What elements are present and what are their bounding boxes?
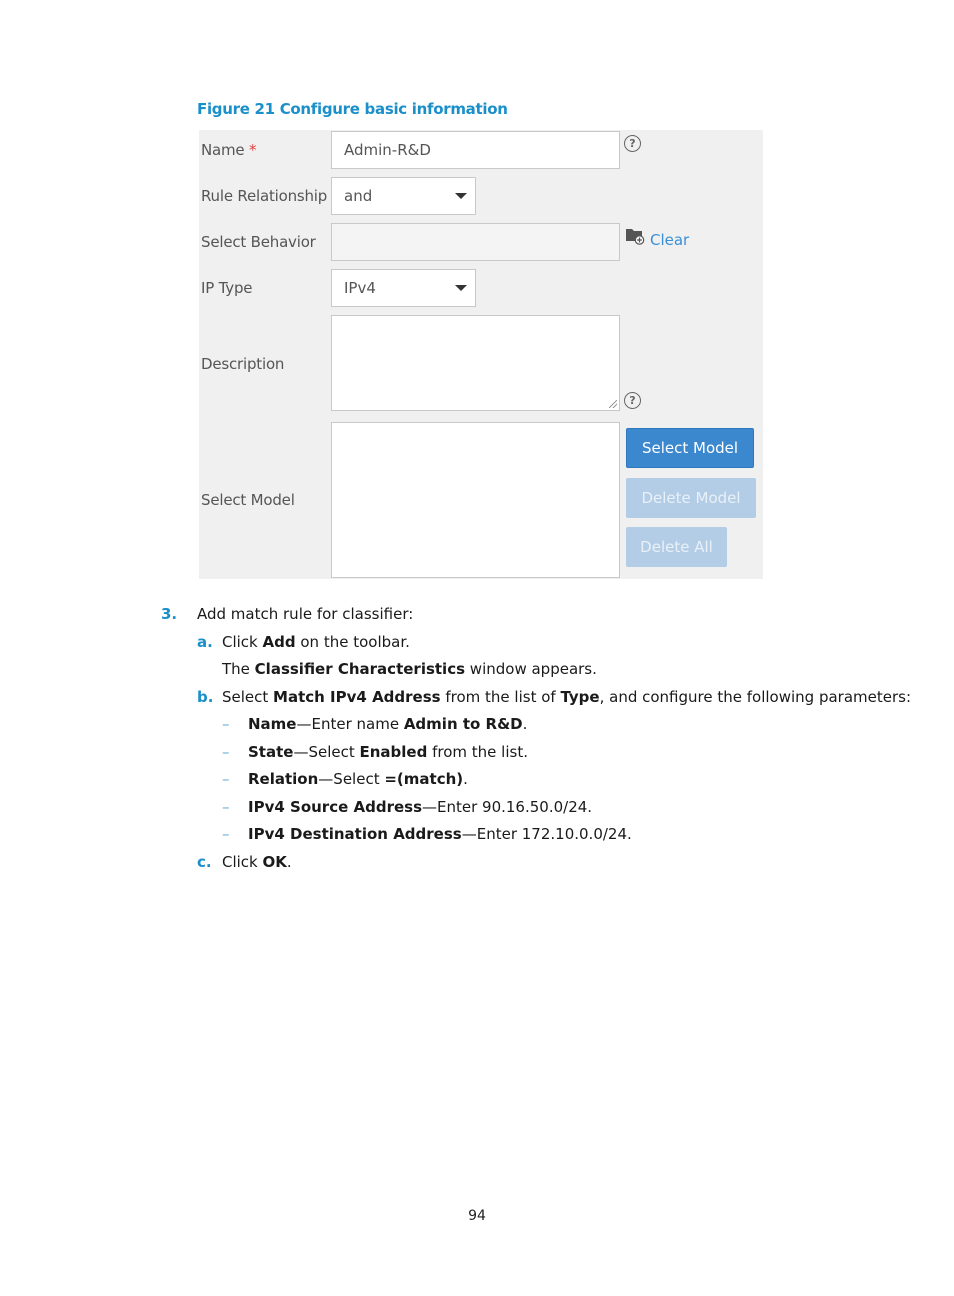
name-input[interactable]: Admin-R&D (331, 131, 620, 169)
ui-term: Match IPv4 Address (273, 688, 441, 706)
help-icon[interactable]: ? (624, 392, 641, 409)
param-name: IPv4 Destination Address (248, 825, 462, 843)
text-run: —Enter 172.10.0.0/24. (461, 825, 632, 843)
bullet-dash: – (222, 743, 230, 761)
substep-letter: a. (197, 633, 213, 651)
bullet-dash: – (222, 770, 230, 788)
text-run: Click (222, 853, 263, 871)
ip-type-value: IPv4 (344, 279, 376, 297)
delete-all-button[interactable]: Delete All (626, 527, 727, 567)
param-name: Name (248, 715, 297, 733)
param-item: Relation—Select =(match). (248, 770, 468, 788)
step-number: 3. (161, 605, 178, 623)
resize-handle-icon[interactable] (609, 400, 617, 408)
help-icon[interactable]: ? (624, 135, 641, 152)
description-label: Description (201, 355, 285, 373)
required-mark: * (249, 141, 257, 159)
page-number: 94 (468, 1208, 486, 1224)
clear-link[interactable]: Clear (650, 231, 689, 249)
rule-relationship-value: and (344, 187, 373, 205)
select-behavior-label: Select Behavior (201, 233, 316, 251)
text-run: from the list of (440, 688, 561, 706)
bullet-dash: – (222, 798, 230, 816)
text-run: . (463, 770, 468, 788)
rule-relationship-label: Rule Relationship (201, 187, 328, 205)
text-run: —Select (318, 770, 385, 788)
text-run: . (522, 715, 528, 733)
ui-term: Admin to R&D (403, 715, 523, 733)
ip-type-select[interactable]: IPv4 (331, 269, 476, 307)
ui-term: Type (560, 688, 600, 706)
substep-letter: b. (197, 688, 214, 706)
ip-type-label: IP Type (201, 279, 253, 297)
text-run: . (286, 853, 292, 871)
step-text: Add match rule for classifier: (197, 605, 414, 623)
text-run: —Select (293, 743, 360, 761)
chevron-down-icon (455, 193, 467, 199)
bullet-dash: – (222, 825, 230, 843)
param-name: IPv4 Source Address (248, 798, 422, 816)
text-run: , and configure the following parameters… (599, 688, 912, 706)
select-model-button[interactable]: Select Model (626, 428, 754, 468)
substep-text: Click OK. (222, 853, 292, 871)
text-run: —Enter name (296, 715, 404, 733)
param-item: State—Select Enabled from the list. (248, 743, 528, 761)
param-item: IPv4 Source Address—Enter 90.16.50.0/24. (248, 798, 592, 816)
substep-text: Click Add on the toolbar. (222, 633, 410, 651)
select-model-label: Select Model (201, 491, 295, 509)
substep-letter: c. (197, 853, 212, 871)
chevron-down-icon (455, 285, 467, 291)
text-run: window appears. (465, 660, 597, 678)
description-textarea[interactable] (331, 315, 620, 411)
param-name: Relation (248, 770, 319, 788)
text-run: The (222, 660, 255, 678)
name-input-value: Admin-R&D (344, 141, 431, 159)
folder-add-icon[interactable] (625, 227, 645, 245)
delete-model-button[interactable]: Delete Model (626, 478, 756, 518)
basic-info-form: Name * Admin-R&D ? Rule Relationship and… (199, 130, 763, 579)
substep-note: The Classifier Characteristics window ap… (222, 660, 597, 678)
substep-text: Select Match IPv4 Address from the list … (222, 688, 911, 706)
ui-term: OK (262, 853, 287, 871)
text-run: —Enter 90.16.50.0/24. (422, 798, 593, 816)
name-label-text: Name (201, 141, 245, 159)
name-label: Name * (201, 141, 257, 159)
bullet-dash: – (222, 715, 230, 733)
text-run: Click (222, 633, 263, 651)
param-name: State (248, 743, 294, 761)
ui-term: =(match) (384, 770, 464, 788)
select-behavior-input[interactable] (331, 223, 620, 261)
param-item: IPv4 Destination Address—Enter 172.10.0.… (248, 825, 632, 843)
text-run: Select (222, 688, 274, 706)
figure-caption: Figure 21 Configure basic information (197, 100, 508, 118)
text-run: on the toolbar. (295, 633, 410, 651)
ui-term: Classifier Characteristics (254, 660, 466, 678)
text-run: from the list. (427, 743, 528, 761)
model-list[interactable] (331, 422, 620, 578)
ui-term: Enabled (359, 743, 428, 761)
param-item: Name—Enter name Admin to R&D. (248, 715, 527, 733)
ui-term: Add (262, 633, 296, 651)
rule-relationship-select[interactable]: and (331, 177, 476, 215)
